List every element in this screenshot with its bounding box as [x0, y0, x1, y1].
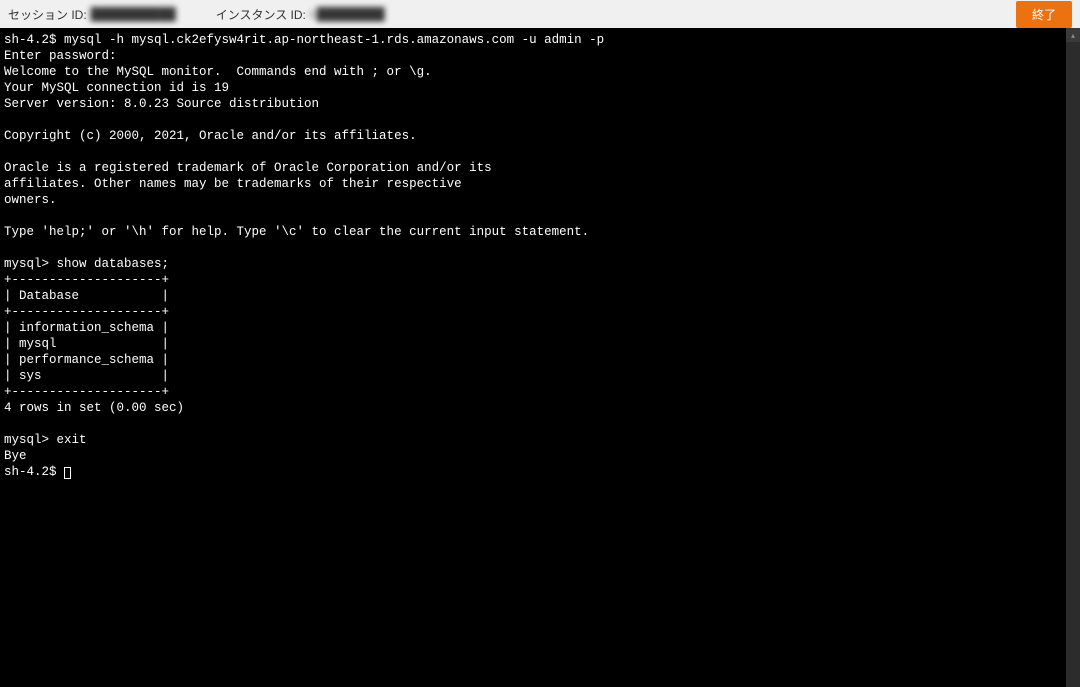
scroll-arrow-up-icon[interactable]: ▴ [1066, 28, 1080, 42]
scrollbar[interactable]: ▴ [1066, 28, 1080, 687]
session-id-item: セッション ID: ██████████ [8, 6, 176, 23]
instance-id-item: インスタンス ID: i-████████ [216, 6, 385, 23]
header-left: セッション ID: ██████████ インスタンス ID: i-██████… [8, 6, 385, 23]
header-bar: セッション ID: ██████████ インスタンス ID: i-██████… [0, 0, 1080, 28]
instance-id-label: インスタンス ID: [216, 6, 306, 23]
session-id-label: セッション ID: [8, 6, 87, 23]
session-id-value: ██████████ [91, 7, 176, 21]
terminal-output[interactable]: sh-4.2$ mysql -h mysql.ck2efysw4rit.ap-n… [0, 28, 1066, 687]
cursor [64, 467, 71, 479]
exit-button[interactable]: 終了 [1016, 1, 1072, 28]
instance-id-value: i-████████ [310, 7, 385, 21]
terminal-wrapper: sh-4.2$ mysql -h mysql.ck2efysw4rit.ap-n… [0, 28, 1080, 687]
